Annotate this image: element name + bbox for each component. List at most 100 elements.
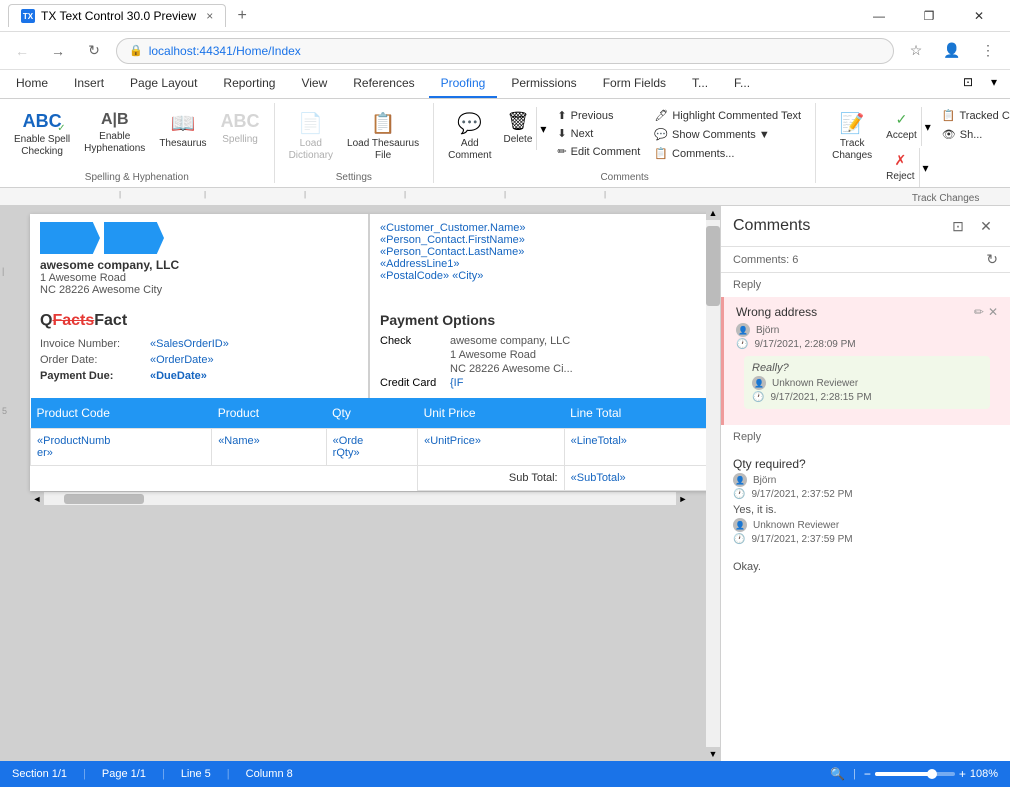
tracked-changes-button[interactable]: 📋 Tracked Changes... , — [936, 107, 1010, 124]
reject-dropdown[interactable]: ▾ — [919, 148, 932, 187]
comments-close-button[interactable]: ✕ — [974, 214, 998, 238]
okay-comment: Okay. — [721, 553, 1010, 581]
thesaurus-button[interactable]: 📖 Thesaurus — [153, 107, 212, 154]
comments-count-text: Comments: 6 — [733, 254, 798, 266]
next-button[interactable]: ⬇ Next — [551, 125, 646, 142]
scroll-up-button[interactable]: ▲ — [706, 206, 720, 220]
comments-buttons: 💬 AddComment 🗑 Delete ▾ ⬆ Pre — [442, 103, 807, 170]
tab-insert[interactable]: Insert — [62, 70, 116, 98]
cell-unit-price: «UnitPrice» — [418, 429, 565, 466]
reply-author-row-2: 👤 Unknown Reviewer — [733, 518, 998, 532]
address-line-2: NC 28226 Awesome City — [40, 284, 358, 296]
check-method: Check — [380, 335, 450, 347]
reply-bar-top[interactable]: Reply — [721, 273, 1010, 297]
ribbon-expand[interactable]: ▾ — [982, 70, 1006, 94]
maximize-button[interactable]: ❐ — [906, 0, 952, 32]
tab-view[interactable]: View — [289, 70, 339, 98]
show-changes-button[interactable]: 👁 Sh... — [936, 126, 1010, 143]
ruler-mark-4: | — [404, 190, 406, 199]
col-product: Product — [212, 398, 326, 429]
url-bar[interactable]: 🔒 localhost:44341/Home/Index — [116, 38, 894, 64]
previous-button[interactable]: ⬆ Previous — [551, 107, 646, 124]
tab-form-fields[interactable]: Form Fields — [591, 70, 678, 98]
tab-icon: TX — [21, 9, 35, 23]
payment-due-label: Payment Due: — [40, 370, 150, 382]
edit-comment-button[interactable]: ✏ Edit Comment — [551, 143, 646, 160]
enable-spell-button[interactable]: ABC ✓ Enable SpellChecking — [8, 107, 76, 162]
comment-time-row-2: 🕐 9/17/2021, 2:37:52 PM — [733, 489, 998, 500]
add-comment-icon: 💬 — [457, 111, 482, 136]
reply-bar-middle[interactable]: Reply — [721, 425, 1010, 449]
zoom-thumb[interactable] — [927, 769, 937, 779]
add-comment-button[interactable]: 💬 AddComment — [442, 107, 497, 166]
vertical-scrollbar[interactable]: ▲ ▼ — [706, 206, 720, 761]
comments-panel: Comments ⊡ ✕ Comments: 6 ↻ Reply Wrong a… — [720, 206, 1010, 761]
track-changes-icon: 📝 — [840, 111, 865, 136]
accept-button[interactable]: ✓ Accept ▾ — [882, 107, 934, 146]
delete-main[interactable]: 🗑 Delete — [499, 107, 536, 150]
h-scroll-thumb[interactable] — [64, 494, 144, 504]
forward-button[interactable]: → — [44, 37, 72, 65]
profile-button[interactable]: 👤 — [938, 37, 966, 65]
order-date-label: Order Date: — [40, 354, 150, 366]
show-comments-button[interactable]: 💬 Show Comments ▼ — [648, 126, 807, 143]
zoom-icon[interactable]: 🔍 — [830, 767, 845, 781]
menu-button[interactable]: ⋮ — [974, 37, 1002, 65]
status-line: Line 5 — [181, 768, 211, 780]
active-tab[interactable]: TX TX Text Control 30.0 Preview × — [8, 4, 226, 27]
nav-buttons: ⬆ Previous ⬇ Next ✏ Edit Comment — [551, 107, 646, 160]
reject-button[interactable]: ✗ Reject ▾ — [882, 148, 934, 187]
new-tab-button[interactable]: + — [230, 4, 254, 28]
star-button[interactable]: ☆ — [902, 37, 930, 65]
close-button[interactable]: ✕ — [956, 0, 1002, 32]
reject-main[interactable]: ✗ Reject — [882, 148, 918, 187]
track-changes-button[interactable]: 📝 TrackChanges — [824, 107, 880, 166]
delete-dropdown[interactable]: ▾ — [536, 107, 549, 150]
doc-content: | 5 awesome company, LLC 1 Awesome Road — [0, 206, 720, 761]
comments-panel-button[interactable]: 📋 Comments... — [648, 145, 807, 162]
previous-label: Previous — [571, 110, 614, 122]
accept-dropdown[interactable]: ▾ — [921, 107, 934, 146]
tab-references[interactable]: References — [341, 70, 426, 98]
back-button[interactable]: ← — [8, 37, 36, 65]
horizontal-scrollbar[interactable]: ◄ ► — [30, 491, 690, 505]
zoom-minus-button[interactable]: − — [864, 767, 871, 781]
load-thesaurus-button[interactable]: 📋 Load ThesaurusFile — [341, 107, 425, 166]
tab-page-layout[interactable]: Page Layout — [118, 70, 209, 98]
edit-comment-icon-1[interactable]: ✏ — [974, 305, 984, 319]
cell-line-total: «LineTotal» — [564, 429, 709, 466]
tab-proofing[interactable]: Proofing — [429, 70, 498, 98]
refresh-button[interactable]: ↻ — [80, 37, 108, 65]
enable-hyphenations-button[interactable]: A|B EnableHyphenations — [78, 107, 151, 159]
load-dictionary-button[interactable]: 📄 LoadDictionary — [283, 107, 339, 166]
track-changes-group: 📝 TrackChanges ✓ Accept ▾ ✗ Rej — [816, 103, 1010, 183]
scroll-down-button[interactable]: ▼ — [706, 747, 720, 761]
invoice-row: Invoice Number: «SalesOrderID» — [40, 336, 358, 352]
close-tab-button[interactable]: × — [206, 9, 213, 23]
tab-title: TX Text Control 30.0 Preview — [41, 9, 196, 23]
tab-reporting[interactable]: Reporting — [211, 70, 287, 98]
tab-f[interactable]: F... — [722, 70, 762, 98]
scroll-right-button[interactable]: ► — [676, 492, 690, 506]
comments-expand-button[interactable]: ⊡ — [946, 214, 970, 238]
title-bar: TX TX Text Control 30.0 Preview × + — ❐ … — [0, 0, 1010, 32]
scroll-left-button[interactable]: ◄ — [30, 492, 44, 506]
tab-permissions[interactable]: Permissions — [499, 70, 588, 98]
delete-comment-icon-1[interactable]: ✕ — [988, 305, 998, 319]
accept-main[interactable]: ✓ Accept — [882, 107, 921, 146]
thesaurus-label: Thesaurus — [159, 138, 206, 150]
minimize-button[interactable]: — — [856, 0, 902, 32]
product-table-container: Product Code Product Qty Unit Price Line… — [30, 398, 710, 491]
payment-check: Check awesome company, LLC — [380, 334, 700, 348]
ribbon-layout-toggle[interactable]: ⊡ — [956, 70, 980, 94]
next-label: Next — [571, 128, 594, 140]
zoom-plus-button[interactable]: + — [959, 767, 966, 781]
spelling-button[interactable]: ABC Spelling — [215, 107, 266, 150]
tab-t[interactable]: T... — [680, 70, 720, 98]
tab-home[interactable]: Home — [4, 70, 60, 98]
scroll-thumb[interactable] — [706, 226, 720, 306]
zoom-slider[interactable] — [875, 772, 955, 776]
delete-button[interactable]: 🗑 Delete ▾ — [499, 107, 549, 150]
comments-refresh-button[interactable]: ↻ — [986, 251, 998, 268]
highlight-commented-button[interactable]: 🖊 Highlight Commented Text — [648, 107, 807, 124]
